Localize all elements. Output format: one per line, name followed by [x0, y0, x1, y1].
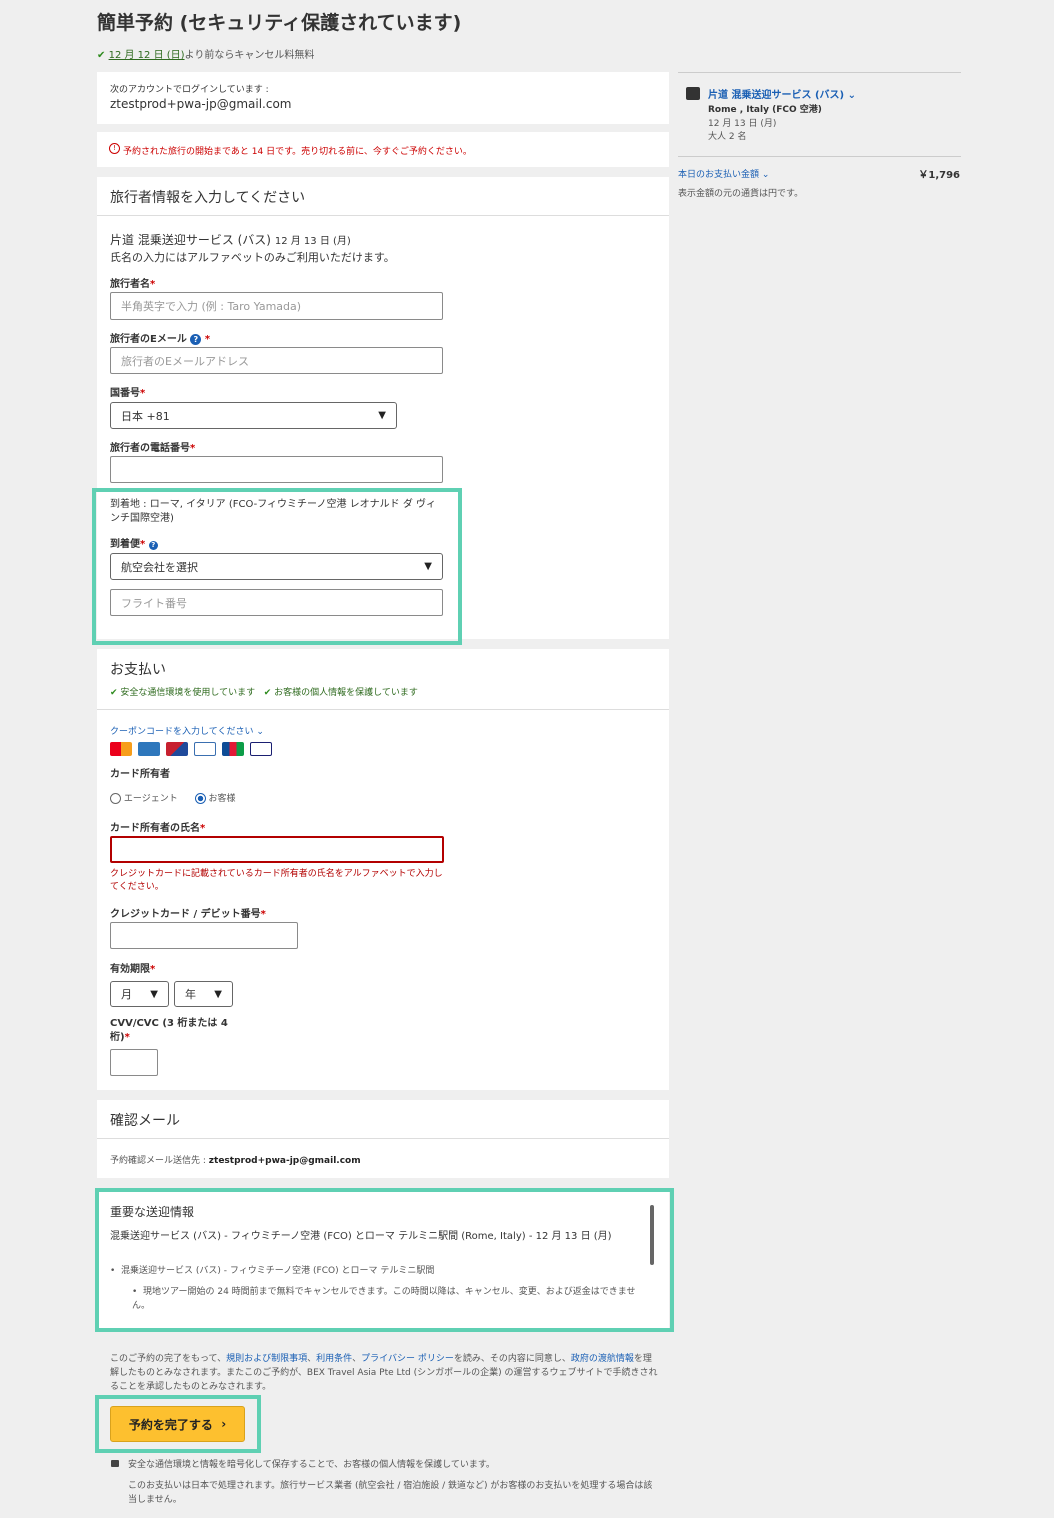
- jcb-icon: [222, 742, 244, 756]
- radio-agent-label: エージェント: [123, 794, 178, 804]
- secure-note-1: 安全な通信環境を使用しています: [120, 688, 256, 698]
- confirm-title: 確認メール: [110, 1113, 180, 1129]
- cvv-input[interactable]: [110, 1049, 158, 1076]
- amex-icon: [138, 742, 160, 756]
- summary-date: 12 月 13 日 (月): [708, 119, 777, 129]
- diners-icon: [166, 742, 188, 756]
- chevron-down-icon: ⌄: [761, 170, 770, 180]
- chevron-down-icon: ⌄: [847, 90, 856, 101]
- section-divider: [97, 215, 669, 216]
- urgency-alert: ! 予約された旅行の開始まであと 14 日です。売り切れる前に、今すぐご予約くだ…: [97, 132, 669, 167]
- summary-title[interactable]: 片道 混乗送迎サービス (バス) ⌄: [708, 86, 856, 101]
- radio-customer-label: お客様: [208, 794, 236, 804]
- card-logos: [110, 741, 278, 760]
- product-title: 片道 混乗送迎サービス (バス): [110, 233, 271, 247]
- terms-text: このご予約の完了をもって、規則および制限事項、利用条件、プライバシー ポリシーを…: [110, 1354, 658, 1392]
- coupon-link[interactable]: クーポンコードを入力してください ⌄: [110, 724, 264, 737]
- expiry-label: 有効期限*: [110, 964, 156, 975]
- cardholder-radios: エージェント お客様: [110, 791, 235, 804]
- highlight-button: [95, 1395, 261, 1453]
- alert-icon: !: [109, 143, 120, 154]
- cancel-date-link[interactable]: 12 月 12 日 (日): [109, 50, 185, 61]
- payment-title: お支払い: [110, 662, 166, 678]
- expiry-year-select[interactable]: 年 ▼: [174, 981, 233, 1007]
- traveler-section-title: 旅行者情報を入力してください: [110, 190, 306, 206]
- radio-agent[interactable]: [110, 793, 121, 804]
- summary-divider-top: [678, 72, 961, 73]
- section-divider: [97, 709, 669, 710]
- product-line: 片道 混乗送迎サービス (バス) 12 月 13 日 (月): [110, 231, 351, 248]
- summary-guests: 大人 2 名: [708, 132, 747, 142]
- footer-secure: 安全な通信環境と情報を暗号化して保存することで、お客様の個人情報を保護しています…: [128, 1460, 495, 1470]
- section-divider: [97, 1138, 669, 1139]
- chevron-down-icon: ▼: [378, 410, 386, 421]
- cvv-label: CVV/CVC (3 桁または 4 桁)*: [110, 1018, 228, 1043]
- currency-note: 表示金額の元の通貨は円です。: [678, 189, 804, 199]
- mastercard-icon: [110, 742, 132, 756]
- highlight-arrival: [92, 488, 462, 645]
- country-code-label: 国番号*: [110, 388, 146, 399]
- traveler-name-input[interactable]: 半角英字で入力 (例 : Taro Yamada): [110, 292, 443, 320]
- expiry-month-value: 月: [121, 988, 132, 1001]
- traveler-email-label: 旅行者のEメール ? *: [110, 334, 211, 345]
- chevron-down-icon: ▼: [150, 988, 158, 1000]
- account-email: ztestprod+pwa-jp@gmail.com: [110, 97, 292, 111]
- card-number-label: クレジットカード / デビット番号*: [110, 909, 266, 920]
- check-icon: ✔: [97, 50, 106, 61]
- terms-link[interactable]: 利用条件: [316, 1354, 352, 1364]
- page-title: 簡単予約 (セキュリティ保護されています): [97, 12, 462, 34]
- discover-icon: [194, 742, 216, 756]
- country-code-value: 日本 +81: [121, 409, 170, 423]
- product-date: 12 月 13 日 (月): [274, 236, 351, 247]
- alert-text: 予約された旅行の開始まであと 14 日です。売り切れる前に、今すぐご予約ください…: [123, 147, 472, 157]
- chevron-down-icon: ⌄: [256, 727, 264, 737]
- confirm-line: 予約確認メール送信先 : ztestprod+pwa-jp@gmail.com: [110, 1153, 361, 1166]
- radio-customer[interactable]: [194, 793, 206, 804]
- highlight-transfer: [95, 1188, 674, 1332]
- summary-divider-mid: [678, 156, 961, 157]
- cardholder-label: カード所有者: [110, 769, 170, 780]
- cancel-note-text: より前ならキャンセル料無料: [184, 50, 315, 61]
- travel-advice-link[interactable]: 政府の渡航情報: [571, 1354, 634, 1364]
- expiry-month-select[interactable]: 月 ▼: [110, 981, 169, 1007]
- payment-panel: お支払い ✔ 安全な通信環境を使用しています ✔ お客様の個人情報を保護していま…: [97, 649, 669, 1090]
- secure-notes: ✔ 安全な通信環境を使用しています ✔ お客様の個人情報を保護しています: [110, 685, 418, 698]
- lock-icon: [111, 1460, 119, 1467]
- phone-label: 旅行者の電話番号*: [110, 443, 196, 454]
- footer-process: このお支払いは日本で処理されます。旅行サービス業者 (航空会社 / 宿泊施設 /…: [128, 1481, 653, 1505]
- chevron-down-icon: ▼: [214, 988, 222, 1000]
- confirm-email: ztestprod+pwa-jp@gmail.com: [208, 1156, 361, 1166]
- secure-note-2: お客様の個人情報を保護しています: [274, 688, 418, 698]
- pay-today-label[interactable]: 本日のお支払い金額 ⌄: [678, 167, 769, 180]
- phone-input[interactable]: [110, 456, 443, 483]
- summary-location: Rome , Italy (FCO 空港): [708, 105, 822, 115]
- name-note: 氏名の入力にはアルファベットのみご利用いただけます。: [110, 251, 395, 264]
- pay-today-amount: ￥1,796: [918, 170, 960, 181]
- privacy-link[interactable]: プライバシー ポリシー: [361, 1354, 454, 1364]
- check-icon: ✔: [110, 688, 118, 698]
- traveler-email-input[interactable]: 旅行者のEメールアドレス: [110, 347, 443, 374]
- bus-icon: [686, 87, 700, 100]
- help-icon[interactable]: ?: [190, 334, 202, 345]
- free-cancel-note: ✔ 12 月 12 日 (日)より前ならキャンセル料無料: [97, 46, 314, 61]
- check-icon: ✔: [263, 688, 272, 698]
- holder-name-input[interactable]: [110, 836, 444, 863]
- country-code-select[interactable]: 日本 +81 ▼: [110, 402, 397, 429]
- traveler-name-label: 旅行者名*: [110, 279, 156, 290]
- account-label: 次のアカウントでログインしています :: [110, 85, 269, 95]
- visa-icon: [250, 742, 272, 756]
- confirm-prefix: 予約確認メール送信先 :: [110, 1156, 206, 1166]
- card-number-input[interactable]: [110, 922, 298, 949]
- account-panel: 次のアカウントでログインしています : ztestprod+pwa-jp@gma…: [97, 72, 669, 124]
- holder-name-label: カード所有者の氏名*: [110, 823, 206, 834]
- confirm-panel: 確認メール 予約確認メール送信先 : ztestprod+pwa-jp@gmai…: [97, 1100, 669, 1178]
- rules-link[interactable]: 規則および制限事項: [226, 1354, 307, 1364]
- holder-error: クレジットカードに記載されているカード所有者の氏名をアルファベットで入力してくだ…: [110, 869, 443, 892]
- expiry-year-value: 年: [185, 988, 196, 1001]
